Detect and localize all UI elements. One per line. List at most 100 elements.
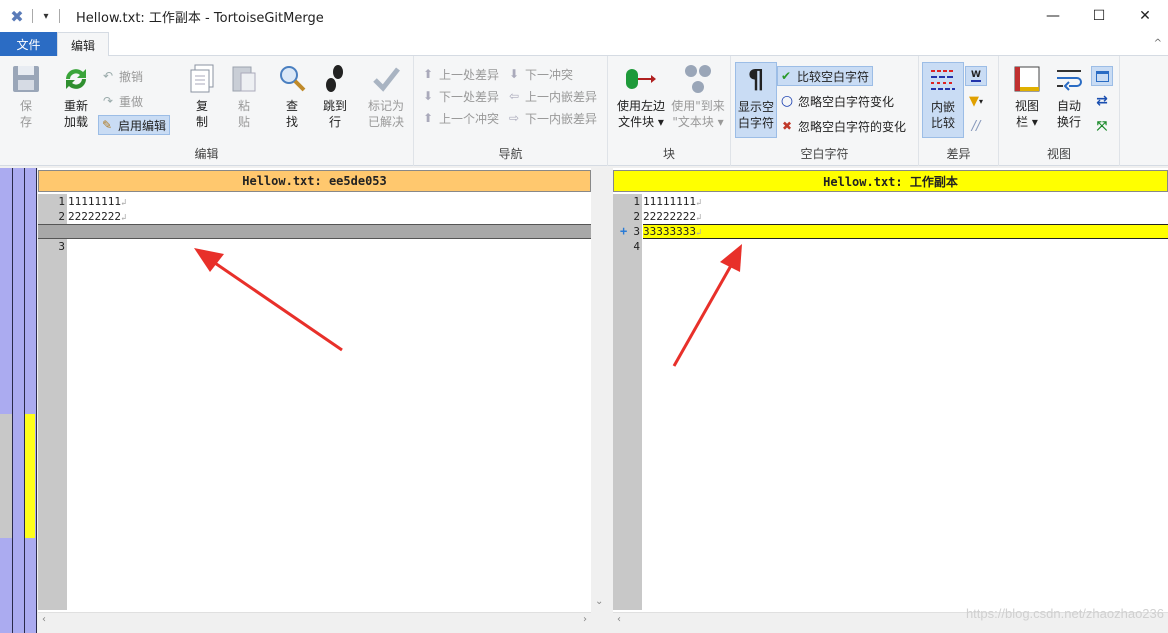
quick-access-menu-button[interactable]: ▾ bbox=[39, 11, 53, 22]
locator-added-marker bbox=[25, 414, 35, 538]
paste-button[interactable]: 粘 贴 bbox=[222, 62, 266, 130]
close-button[interactable]: ✕ bbox=[1122, 0, 1168, 32]
group-label-edit: 编辑 bbox=[194, 147, 219, 161]
eol-icon: ↲ bbox=[120, 198, 127, 208]
ignore-ws-change-button[interactable]: ○ 忽略空白字符变化 bbox=[779, 91, 897, 111]
use-left-block-icon bbox=[624, 62, 658, 96]
right-pane-body[interactable]: 1 11111111↲ 2 22222222↲ + 3 33333333↲ 4 bbox=[613, 194, 1168, 610]
line-text: 11111111↲ bbox=[643, 195, 701, 208]
left-pane-body[interactable]: 1 11111111↲ 2 22222222↲ 3 bbox=[38, 194, 591, 610]
copy-button[interactable]: 复 制 bbox=[180, 62, 224, 130]
use-theirs-block-button[interactable]: 使用"到来 "文本块 ▾ bbox=[668, 62, 728, 130]
prev-inline-label: 上一内嵌差异 bbox=[525, 89, 598, 104]
scroll-right-icon[interactable]: › bbox=[583, 614, 587, 625]
title-separator bbox=[32, 9, 33, 23]
compare-ws-label: 比较空白字符 bbox=[797, 69, 870, 84]
reload-button[interactable]: 重新 加载 bbox=[54, 62, 98, 130]
copy-label-2: 制 bbox=[195, 115, 208, 129]
view-bar-label-1: 视图 bbox=[1014, 99, 1039, 113]
swap-panes-button[interactable]: ⇄ bbox=[1091, 91, 1113, 111]
group-block: 使用左边 文件块 ▾ 使用"到来 "文本块 ▾ 块 bbox=[608, 56, 731, 166]
minimize-button[interactable]: — bbox=[1030, 0, 1076, 32]
left-vertical-scrollbar[interactable]: ⌄ bbox=[591, 192, 607, 610]
line-text: 22222222↲ bbox=[643, 210, 701, 223]
save-button[interactable]: 保 存 bbox=[4, 62, 48, 130]
floppy-disk-icon bbox=[9, 62, 43, 96]
undo-button[interactable]: ↶ 撤销 bbox=[100, 66, 146, 86]
enable-edit-button[interactable]: ✎ 启用编辑 bbox=[98, 115, 171, 135]
group-diff: 内嵌 比较 W ▼ ▾ // 差异 bbox=[919, 56, 999, 166]
show-whitespace-button[interactable]: ¶ 显示空 白字符 bbox=[735, 62, 777, 138]
right-pane-header: Hellow.txt: 工作副本 bbox=[613, 170, 1168, 192]
line-content: 11111111 bbox=[68, 195, 121, 208]
scroll-left-icon[interactable]: ‹ bbox=[42, 614, 46, 625]
inline-diff-label-2: 比较 bbox=[930, 116, 955, 130]
arrow-up-icon: ⬆ bbox=[422, 67, 434, 81]
locator-bar[interactable] bbox=[0, 168, 37, 633]
inline-diff-label-1: 内嵌 bbox=[930, 100, 955, 114]
eol-icon: ↲ bbox=[120, 213, 127, 223]
paste-label-1: 粘 bbox=[237, 99, 250, 113]
auto-wrap-label-1: 自动 bbox=[1056, 99, 1081, 113]
mark-resolved-label-2: 已解决 bbox=[367, 115, 404, 129]
show-ws-label-2: 白字符 bbox=[737, 116, 774, 130]
line-number: 2 bbox=[633, 210, 640, 223]
next-inline-button[interactable]: ⇨ 下一内嵌差异 bbox=[506, 108, 600, 128]
word-diff-button[interactable]: W bbox=[965, 66, 987, 86]
right-line-4: 4 bbox=[613, 239, 1168, 254]
undo-label: 撤销 bbox=[119, 69, 144, 84]
redo-button[interactable]: ↷ 重做 bbox=[100, 91, 146, 111]
save-label-2: 存 bbox=[19, 115, 32, 129]
group-edit: 保 存 重新 加载 ↶ 撤销 ↷ 重做 ✎ 启用编辑 复 制 粘 贴 查 找 跳… bbox=[0, 56, 414, 166]
line-content: 22222222 bbox=[643, 210, 696, 223]
ribbon-collapse-icon[interactable]: ^ bbox=[1154, 38, 1162, 49]
use-left-label-1: 使用左边 bbox=[616, 99, 665, 113]
undo-icon: ↶ bbox=[102, 69, 114, 83]
compare-whitespace-button[interactable]: ✔ 比较空白字符 bbox=[777, 66, 874, 86]
view-bar-button[interactable]: 视图 栏 ▾ bbox=[1005, 62, 1049, 130]
scroll-left-icon[interactable]: ‹ bbox=[617, 614, 621, 625]
line-number: 4 bbox=[633, 240, 640, 253]
prev-diff-button[interactable]: ⬆ 上一处差异 bbox=[420, 64, 502, 84]
reload-icon bbox=[59, 62, 93, 96]
collapse-view-button[interactable]: ⤧ bbox=[1091, 116, 1113, 136]
find-button[interactable]: 查 找 bbox=[270, 62, 314, 130]
line-content: 33333333 bbox=[643, 225, 696, 238]
tab-file[interactable]: 文件 bbox=[0, 32, 57, 56]
right-line-1: 1 11111111↲ bbox=[613, 194, 1168, 209]
redo-label: 重做 bbox=[119, 94, 144, 109]
use-left-block-button[interactable]: 使用左边 文件块 ▾ bbox=[612, 62, 670, 130]
ignore-all-ws-button[interactable]: ✖ 忽略空白字符的变化 bbox=[779, 116, 909, 136]
inline-diff-icon bbox=[926, 63, 960, 97]
left-horizontal-scrollbar[interactable]: ‹ › bbox=[38, 612, 591, 628]
copy-icon bbox=[185, 62, 219, 96]
left-line-2: 2 22222222↲ bbox=[38, 209, 591, 224]
prev-conflict-button[interactable]: ⬆ 上一个冲突 bbox=[420, 108, 502, 128]
arrow-right-icon: ⇨ bbox=[508, 111, 520, 125]
inline-diff-button[interactable]: 内嵌 比较 bbox=[922, 62, 964, 138]
filter-button[interactable]: ▼ ▾ bbox=[965, 91, 987, 111]
tab-edit[interactable]: 编辑 bbox=[57, 32, 109, 57]
auto-wrap-button[interactable]: 自动 换行 bbox=[1047, 62, 1091, 130]
left-gutter bbox=[38, 194, 67, 610]
next-conflict-button[interactable]: ⬇ 下一冲突 bbox=[506, 64, 576, 84]
eol-icon: ↲ bbox=[695, 213, 702, 223]
maximize-button[interactable]: ☐ bbox=[1076, 0, 1122, 32]
two-pane-view-button[interactable] bbox=[1091, 66, 1113, 86]
check-icon: ✔ bbox=[780, 69, 792, 83]
mark-resolved-button[interactable]: 标记为 已解决 bbox=[362, 62, 410, 130]
scroll-down-icon[interactable]: ⌄ bbox=[595, 596, 603, 607]
collapse-diff-button[interactable]: // bbox=[965, 116, 987, 136]
reload-label-2: 加载 bbox=[63, 115, 88, 129]
line-text: 11111111↲ bbox=[68, 195, 126, 208]
goto-line-button[interactable]: 跳到 行 bbox=[313, 62, 357, 130]
filter-dropdown-icon: ▾ bbox=[978, 96, 983, 106]
next-diff-button[interactable]: ⬇ 下一处差异 bbox=[420, 86, 502, 106]
prev-inline-button[interactable]: ⇦ 上一内嵌差异 bbox=[506, 86, 600, 106]
right-line-2: 2 22222222↲ bbox=[613, 209, 1168, 224]
group-label-block: 块 bbox=[662, 147, 675, 161]
group-label-whitespace: 空白字符 bbox=[800, 147, 849, 161]
word-diff-icon: W bbox=[971, 70, 981, 82]
use-theirs-label-1: 使用"到来 bbox=[671, 99, 725, 113]
locator-divider bbox=[24, 168, 25, 633]
